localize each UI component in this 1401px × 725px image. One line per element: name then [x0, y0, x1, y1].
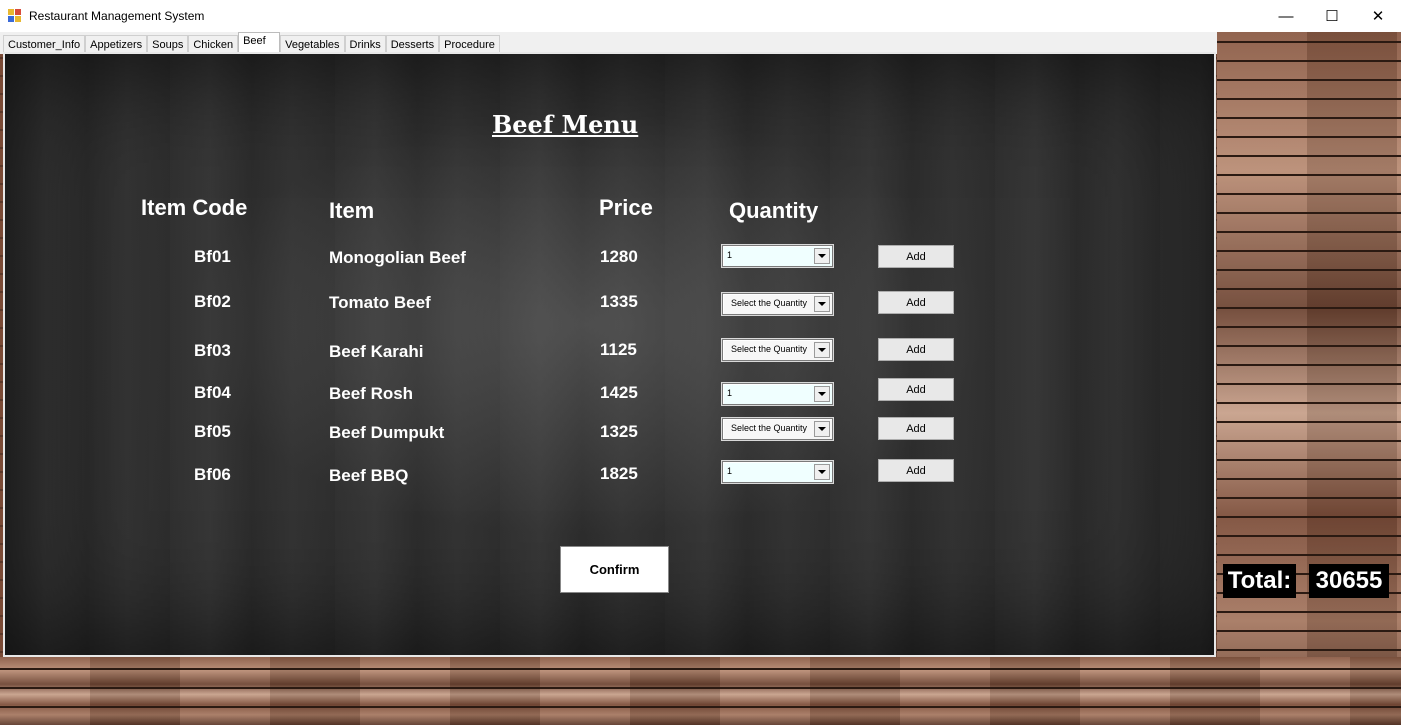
add-button[interactable]: Add: [878, 417, 954, 440]
item-name-cell: Monogolian Beef: [329, 248, 466, 267]
window-title: Restaurant Management System: [29, 9, 205, 23]
title-bar: Restaurant Management System — ☐ ✕: [0, 0, 1401, 32]
tab-beef[interactable]: Beef: [238, 32, 281, 54]
item-price-cell: 1325: [600, 422, 638, 441]
item-name-cell: Tomato Beef: [329, 293, 431, 312]
item-price-cell: 1125: [600, 340, 637, 359]
chevron-down-icon[interactable]: [814, 296, 830, 312]
item-code-cell: Bf04: [194, 383, 231, 402]
item-code-cell: Bf01: [194, 247, 231, 266]
item-code-cell: Bf06: [194, 465, 231, 484]
maximize-button[interactable]: ☐: [1309, 0, 1355, 32]
item-name-cell: Beef BBQ: [329, 466, 409, 485]
item-price-cell: 1425: [600, 383, 638, 402]
chevron-down-icon[interactable]: [814, 248, 830, 264]
menu-heading: Beef Menu: [492, 110, 639, 139]
confirm-button[interactable]: Confirm: [560, 546, 669, 593]
total-value: 30655: [1309, 564, 1389, 598]
add-button[interactable]: Add: [878, 338, 954, 361]
chevron-down-icon[interactable]: [814, 386, 830, 402]
quantity-dropdown[interactable]: 1: [722, 245, 833, 267]
column-header-quantity: Quantity: [729, 198, 819, 223]
item-code-cell: Bf05: [194, 422, 231, 441]
minimize-button[interactable]: —: [1263, 0, 1309, 32]
quantity-dropdown[interactable]: 1: [722, 383, 833, 405]
item-price-cell: 1825: [600, 464, 638, 483]
add-button[interactable]: Add: [878, 459, 954, 482]
quantity-dropdown[interactable]: Select the Quantity: [722, 339, 833, 361]
total-label: Total:: [1223, 564, 1296, 598]
item-price-cell: 1280: [600, 247, 638, 266]
item-name-cell: Beef Rosh: [329, 384, 414, 403]
item-name-cell: Beef Karahi: [329, 342, 424, 361]
column-header-item: Item: [329, 198, 375, 223]
chevron-down-icon[interactable]: [814, 464, 830, 480]
item-name-cell: Beef Dumpukt: [329, 423, 445, 442]
chevron-down-icon[interactable]: [814, 342, 830, 358]
quantity-dropdown[interactable]: Select the Quantity: [722, 293, 833, 315]
add-button[interactable]: Add: [878, 378, 954, 401]
item-price-cell: 1335: [600, 292, 638, 311]
item-code-cell: Bf03: [194, 341, 231, 360]
add-button[interactable]: Add: [878, 245, 954, 268]
quantity-dropdown[interactable]: Select the Quantity: [722, 418, 833, 440]
wood-background-right: [1217, 32, 1401, 725]
column-header-price: Price: [599, 195, 653, 220]
tab-strip: Customer_Info Appetizers Soups Chicken B…: [0, 32, 1217, 54]
column-header-item-code: Item Code: [141, 195, 248, 220]
wood-background-bottom: [0, 657, 1401, 725]
add-button[interactable]: Add: [878, 291, 954, 314]
app-icon: [8, 9, 22, 23]
chevron-down-icon[interactable]: [814, 421, 830, 437]
quantity-dropdown[interactable]: 1: [722, 461, 833, 483]
close-button[interactable]: ✕: [1355, 0, 1401, 32]
item-code-cell: Bf02: [194, 292, 231, 311]
